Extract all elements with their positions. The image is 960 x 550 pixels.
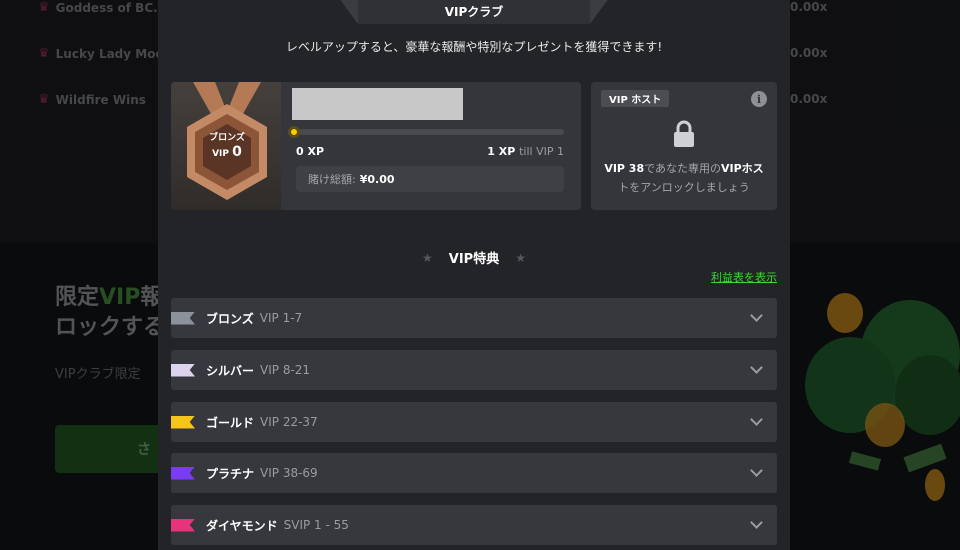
flag-icon [171,466,195,480]
tier-name: ブロンズ [206,311,254,326]
tier-range: VIP 8-21 [260,363,311,377]
vip-club-modal: VIPクラブ レベルアップすると、豪華な報酬や特別なプレゼントを獲得できます! … [158,0,790,550]
modal-subtitle: レベルアップすると、豪華な報酬や特別なプレゼントを獲得できます! [285,40,663,54]
flag-icon [171,311,195,325]
tier-name: シルバー [206,363,255,378]
tier-range: VIP 38-69 [260,466,318,480]
vip-progress-card: ブロンズ VIP 0 0 XP 1 XP till VIP 1 賭け総額: ¥0… [171,82,581,210]
lock-icon [674,120,694,147]
progress-indicator [288,126,300,138]
chevron-down-icon [750,361,763,374]
vip-host-card: VIP ホスト i VIP 38であなた専用のVIPホス トをアンロックしましょう [591,82,777,210]
chevron-down-icon [750,309,763,322]
tier-range: SVIP 1 - 55 [283,518,349,532]
flag-icon [171,518,195,532]
medal-tier-label: ブロンズ [209,133,245,143]
tier-name: ゴールド [206,415,255,430]
star-icon: ★ [422,250,433,265]
tier-row-diamond[interactable]: ダイヤモンド SVIP 1 - 55 [171,505,777,545]
medal-level: VIP 0 [212,144,242,160]
next-level-xp: 1 XP till VIP 1 [487,145,564,158]
total-wager: 賭け総額: ¥0.00 [296,166,564,192]
tier-name: プラチナ [206,466,255,481]
tier-row-bronze[interactable]: ブロンズ VIP 1-7 [171,298,777,338]
tier-row-platinum[interactable]: プラチナ VIP 38-69 [171,453,777,493]
chevron-down-icon [750,516,763,529]
current-xp: 0 XP [296,145,325,158]
tier-range: VIP 1-7 [259,311,303,325]
benefits-table-link[interactable]: 利益表を表示 [711,269,777,285]
wager-label: 賭け総額: [308,173,356,186]
vip-host-description: VIP 38であなた専用のVIPホス トをアンロックしましょう [604,162,764,194]
tier-name: ダイヤモンド [206,518,278,533]
bronze-medal-icon [187,82,267,200]
star-icon: ★ [515,250,526,265]
flag-icon [171,363,195,377]
chevron-down-icon [750,464,763,477]
info-icon[interactable]: i [751,91,767,107]
modal-title: VIPクラブ [358,0,590,24]
flag-icon [171,415,195,429]
wager-value: ¥0.00 [359,172,395,186]
username-redacted [292,88,463,120]
tier-range: VIP 22-37 [260,415,318,429]
perks-heading: ★ VIP特典 ★ [158,248,790,268]
vip-host-badge: VIP ホスト [601,90,670,107]
tier-row-gold[interactable]: ゴールド VIP 22-37 [171,402,777,442]
modal-header: VIPクラブ [336,0,612,26]
chevron-down-icon [750,413,763,426]
perks-title: VIP特典 [448,252,500,267]
tier-row-silver[interactable]: シルバー VIP 8-21 [171,350,777,390]
xp-progress-bar [288,126,564,138]
